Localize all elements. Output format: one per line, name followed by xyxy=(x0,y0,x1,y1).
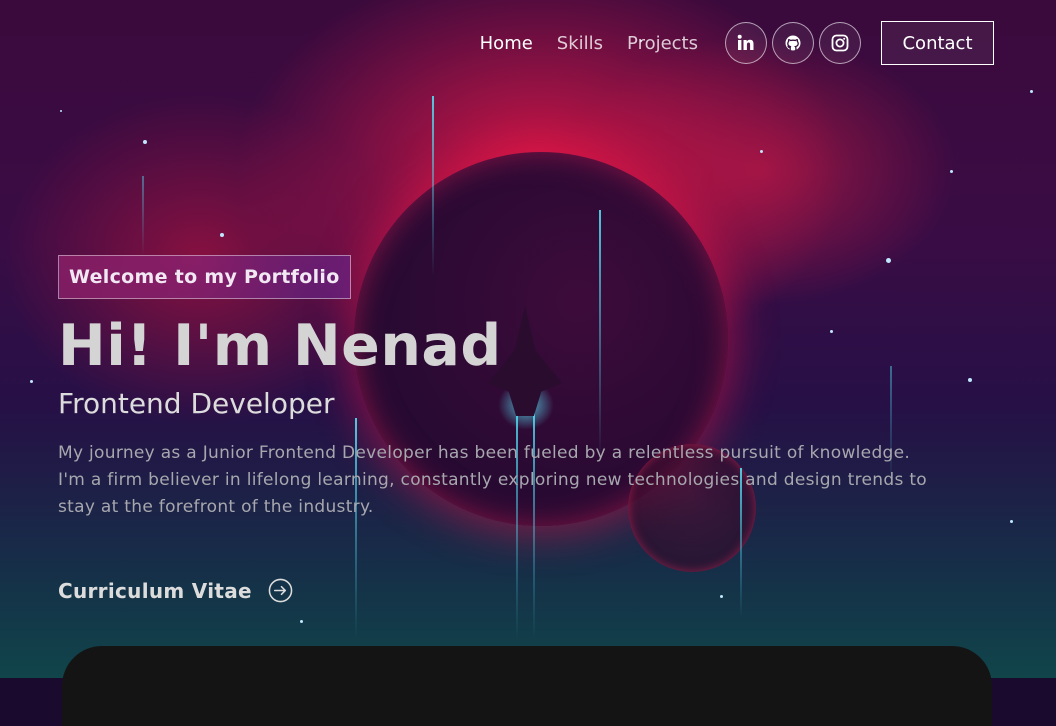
instagram-icon xyxy=(831,34,849,52)
linkedin-icon xyxy=(737,34,754,50)
curriculum-vitae-link[interactable]: Curriculum Vitae xyxy=(58,578,293,603)
nav-link-home[interactable]: Home xyxy=(480,33,533,54)
arrow-right-circle-icon xyxy=(268,578,293,603)
linkedin-button[interactable] xyxy=(725,22,767,64)
welcome-tagline: Welcome to my Portfolio xyxy=(58,255,351,299)
hero-title: Hi! I'm Nenad xyxy=(58,313,502,379)
instagram-button[interactable] xyxy=(819,22,861,64)
hero-description: My journey as a Junior Frontend Develope… xyxy=(58,443,927,517)
social-links xyxy=(720,22,861,64)
github-button[interactable] xyxy=(772,22,814,64)
top-navigation: Home Skills Projects Contact xyxy=(456,21,994,65)
nav-link-skills[interactable]: Skills xyxy=(557,33,603,54)
hero-subtitle: Frontend Developer xyxy=(58,387,335,420)
skills-panel xyxy=(62,646,992,726)
github-icon xyxy=(785,35,801,51)
hero-section: Welcome to my Portfolio Hi! I'm Nenad Fr… xyxy=(58,255,958,538)
contact-button[interactable]: Contact xyxy=(881,21,994,65)
nav-link-projects[interactable]: Projects xyxy=(627,33,698,54)
cv-label: Curriculum Vitae xyxy=(58,578,252,603)
